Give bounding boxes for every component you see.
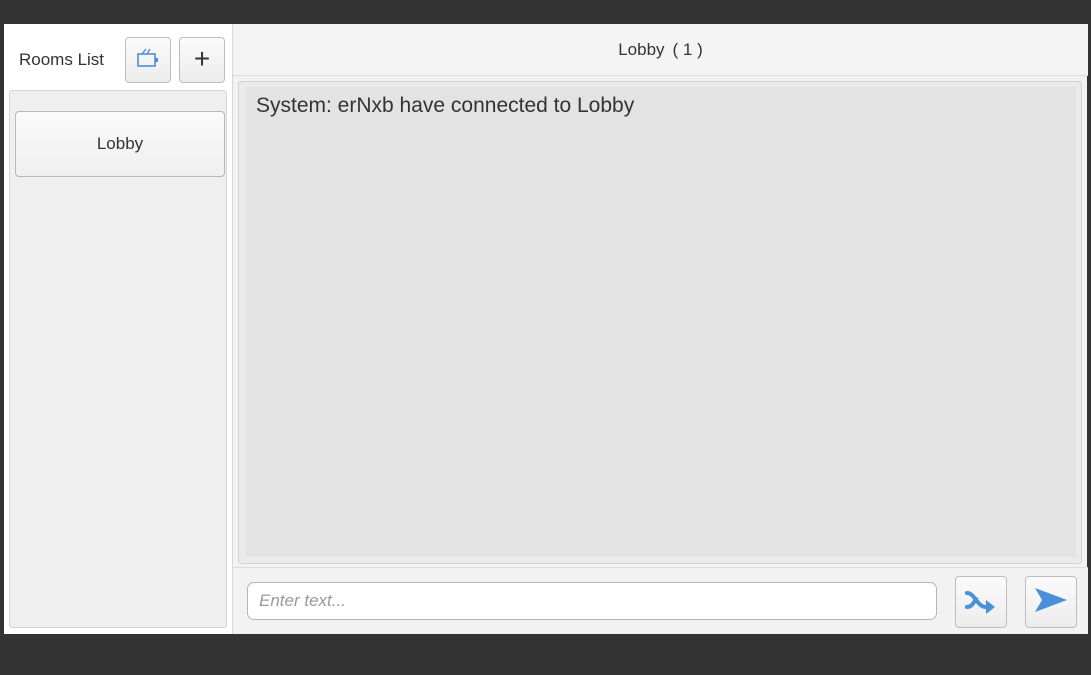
send-button[interactable] (1025, 576, 1077, 628)
rooms-list-title: Rooms List (19, 50, 105, 69)
send-icon (1032, 584, 1070, 621)
message-list[interactable]: System: erNxb have connected to Lobby (246, 87, 1076, 557)
chat-panel: System: erNxb have connected to Lobby (238, 81, 1082, 564)
room-header: Lobby ( 1 ) (233, 24, 1088, 76)
shuffle-icon (964, 585, 998, 620)
plus-icon: + (193, 43, 211, 74)
rooms-view-button[interactable] (125, 37, 171, 83)
shuffle-button[interactable] (955, 576, 1007, 628)
chat-pane: Lobby ( 1 ) System: erNxb have connected… (232, 24, 1088, 634)
room-item-label: Lobby (96, 134, 144, 153)
room-name: Lobby (618, 39, 665, 59)
rooms-sidebar-header: Rooms List + (4, 24, 232, 90)
chat-app-window: Rooms List + Lobby Lobby (1) System: e… (4, 24, 1088, 634)
message-input[interactable] (247, 582, 937, 620)
add-room-button[interactable]: + (179, 37, 225, 83)
room-list-icon (136, 47, 160, 74)
room-item-lobby[interactable]: Lobby (15, 111, 225, 177)
composer-bar (233, 567, 1088, 634)
room-user-count: ( 1 ) (672, 39, 703, 59)
rooms-sidebar: Rooms List + Lobby (4, 24, 232, 634)
system-message: System: erNxb have connected to Lobby (256, 94, 635, 117)
rooms-list: Lobby (9, 90, 227, 628)
